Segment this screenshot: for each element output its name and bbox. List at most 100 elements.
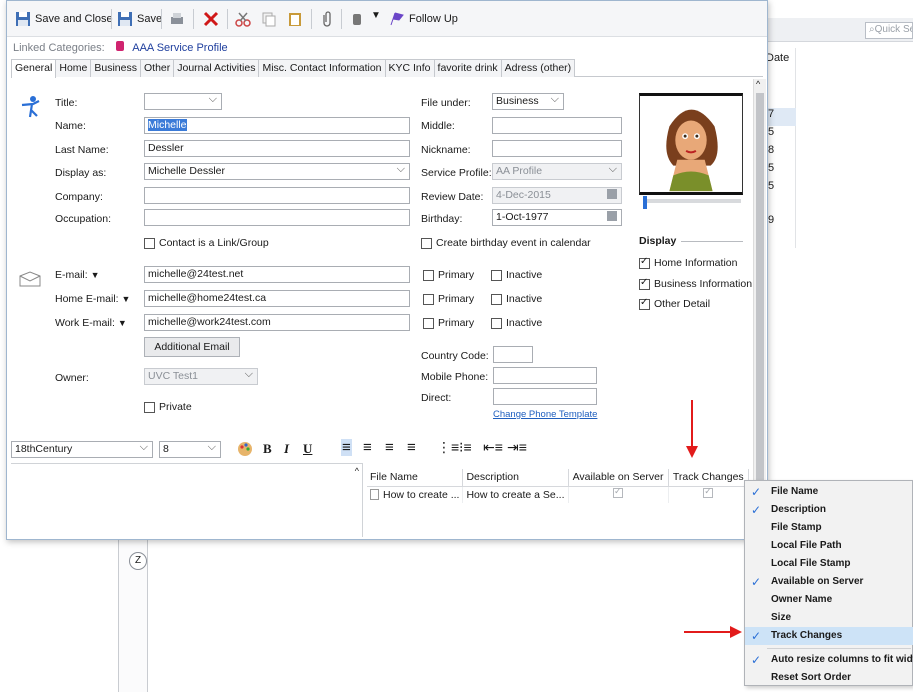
tab-home[interactable]: Home bbox=[55, 59, 92, 77]
private-checkbox[interactable]: Private bbox=[144, 401, 192, 413]
dropdown-icon[interactable]: ▼ bbox=[371, 10, 381, 21]
notes-editor[interactable]: ^ bbox=[11, 463, 363, 537]
bold-button[interactable]: B bbox=[263, 441, 272, 457]
dropdown-icon[interactable]: ▼ bbox=[118, 318, 127, 328]
name-field[interactable]: Michelle bbox=[144, 117, 410, 134]
palette-icon[interactable] bbox=[237, 441, 253, 457]
inactive-checkbox[interactable]: Inactive bbox=[491, 269, 542, 281]
dropdown-icon[interactable]: ▼ bbox=[122, 294, 131, 304]
photo-slider-track[interactable] bbox=[643, 199, 741, 203]
tab-business[interactable]: Business bbox=[90, 59, 141, 77]
menu-item-file-name[interactable]: ✓ File Name bbox=[745, 483, 913, 501]
country-code-field[interactable] bbox=[493, 346, 533, 363]
table-row[interactable]: How to create ... How to create a Se... bbox=[367, 486, 750, 503]
delete-x-icon[interactable] bbox=[203, 11, 219, 27]
tab-favorite-drink[interactable]: favorite drink bbox=[433, 59, 502, 77]
file-under-select[interactable]: Business bbox=[492, 93, 564, 110]
checkbox[interactable] bbox=[613, 486, 624, 499]
display-home-information[interactable]: Home Information bbox=[639, 256, 737, 269]
menu-item-description[interactable]: ✓ Description bbox=[745, 501, 913, 519]
company-field[interactable] bbox=[144, 187, 410, 204]
available-on-server-cell[interactable] bbox=[568, 486, 669, 503]
letter-z-button[interactable]: Z bbox=[129, 552, 147, 570]
outdent-icon[interactable]: ⇤≡ bbox=[483, 439, 503, 456]
inactive-checkbox[interactable]: Inactive bbox=[491, 293, 542, 305]
dropdown-icon[interactable]: ▼ bbox=[91, 270, 100, 280]
paperclip-icon[interactable] bbox=[319, 11, 335, 27]
photo-slider-thumb[interactable] bbox=[643, 196, 647, 209]
linked-category-value[interactable]: AAA Service Profile bbox=[132, 42, 227, 54]
mobile-phone-field[interactable] bbox=[493, 367, 597, 384]
checkbox[interactable] bbox=[491, 317, 502, 329]
scroll-up-icon[interactable]: ^ bbox=[355, 466, 359, 476]
hand-icon[interactable] bbox=[349, 11, 365, 27]
contact-link-checkbox[interactable]: Contact is a Link/Group bbox=[144, 237, 269, 249]
column-header-description[interactable]: Description bbox=[462, 469, 569, 487]
indent-icon[interactable]: ⇥≡ bbox=[507, 439, 527, 456]
service-profile-select[interactable]: AA Profile bbox=[492, 163, 622, 180]
description-cell[interactable]: How to create a Se... bbox=[462, 486, 569, 503]
checkbox[interactable] bbox=[639, 277, 650, 290]
font-size-select[interactable]: 8 bbox=[159, 441, 221, 458]
tab-kyc-info[interactable]: KYC Info bbox=[384, 59, 435, 77]
background-column-header[interactable]: Date bbox=[766, 52, 806, 64]
checkbox[interactable] bbox=[144, 237, 155, 249]
checkbox[interactable] bbox=[491, 293, 502, 305]
work-email-label[interactable]: Work E-mail: ▼ bbox=[55, 317, 127, 329]
menu-item-track-changes[interactable]: ✓ Track Changes bbox=[745, 627, 913, 645]
checkbox[interactable] bbox=[703, 486, 714, 499]
birthday-event-checkbox[interactable]: Create birthday event in calendar bbox=[421, 237, 591, 249]
additional-email-button[interactable]: Additional Email bbox=[144, 337, 240, 357]
occupation-field[interactable] bbox=[144, 209, 410, 226]
checkbox[interactable] bbox=[639, 256, 650, 269]
background-cell[interactable]: 8 bbox=[766, 144, 796, 162]
background-cell[interactable]: 5 bbox=[766, 162, 796, 180]
align-right-icon[interactable]: ≡ bbox=[385, 439, 394, 456]
scrollbar-thumb[interactable] bbox=[756, 93, 764, 513]
follow-up-button[interactable]: Follow Up bbox=[389, 9, 458, 29]
home-email-label[interactable]: Home E-mail: ▼ bbox=[55, 293, 130, 305]
email-label[interactable]: E-mail: ▼ bbox=[55, 269, 100, 281]
change-phone-template-link[interactable]: Change Phone Template bbox=[493, 409, 597, 420]
review-date-field[interactable]: 4-Dec-2015 bbox=[492, 187, 622, 204]
menu-item-local-file-path[interactable]: Local File Path bbox=[745, 537, 913, 555]
display-other-detail[interactable]: Other Detail bbox=[639, 297, 710, 310]
contact-photo[interactable] bbox=[639, 93, 743, 195]
background-cell[interactable]: 5 bbox=[766, 126, 796, 144]
scissors-icon[interactable] bbox=[235, 11, 251, 27]
tab-misc-contact-information[interactable]: Misc. Contact Information bbox=[258, 59, 386, 77]
justify-icon[interactable]: ≡ bbox=[407, 439, 416, 456]
column-header-available-on-server[interactable]: Available on Server bbox=[568, 469, 669, 487]
menu-item-owner-name[interactable]: Owner Name bbox=[745, 591, 913, 609]
tab-adress-other[interactable]: Adress (other) bbox=[500, 59, 576, 77]
last-name-field[interactable]: Dessler bbox=[144, 140, 410, 157]
owner-select[interactable]: UVC Test1 bbox=[144, 368, 258, 385]
column-header-file-name[interactable]: File Name bbox=[367, 469, 464, 487]
align-center-icon[interactable]: ≡ bbox=[363, 439, 372, 456]
form-scrollbar[interactable]: ^ bbox=[753, 79, 766, 529]
scroll-up-icon[interactable]: ^ bbox=[756, 79, 760, 89]
menu-item-reset-sort-order[interactable]: Reset Sort Order bbox=[745, 669, 913, 687]
calendar-icon[interactable] bbox=[607, 189, 617, 199]
underline-button[interactable]: U bbox=[303, 441, 312, 457]
middle-field[interactable] bbox=[492, 117, 622, 134]
track-changes-cell[interactable] bbox=[668, 486, 750, 503]
checkbox[interactable] bbox=[423, 293, 434, 305]
checkbox[interactable] bbox=[423, 317, 434, 329]
align-left-icon[interactable]: ≡ bbox=[341, 439, 352, 456]
menu-item-local-file-stamp[interactable]: Local File Stamp bbox=[745, 555, 913, 573]
checkbox[interactable] bbox=[421, 237, 432, 249]
menu-item-available-on-server[interactable]: ✓ Available on Server bbox=[745, 573, 913, 591]
checkbox[interactable] bbox=[423, 269, 434, 281]
background-cell[interactable]: 7 bbox=[766, 108, 796, 126]
menu-item-size[interactable]: Size bbox=[745, 609, 913, 627]
home-email-field[interactable]: michelle@home24test.ca bbox=[144, 290, 410, 307]
tab-other[interactable]: Other bbox=[139, 59, 175, 77]
menu-item-file-stamp[interactable]: File Stamp bbox=[745, 519, 913, 537]
inactive-checkbox[interactable]: Inactive bbox=[491, 317, 542, 329]
italic-button[interactable]: I bbox=[284, 441, 289, 457]
numbered-list-icon[interactable]: ⋮≡ bbox=[437, 439, 459, 456]
primary-checkbox[interactable]: Primary bbox=[423, 293, 474, 305]
bullet-list-icon[interactable]: ⁝≡ bbox=[459, 439, 472, 456]
column-header-track-changes[interactable]: Track Changes bbox=[668, 469, 750, 487]
